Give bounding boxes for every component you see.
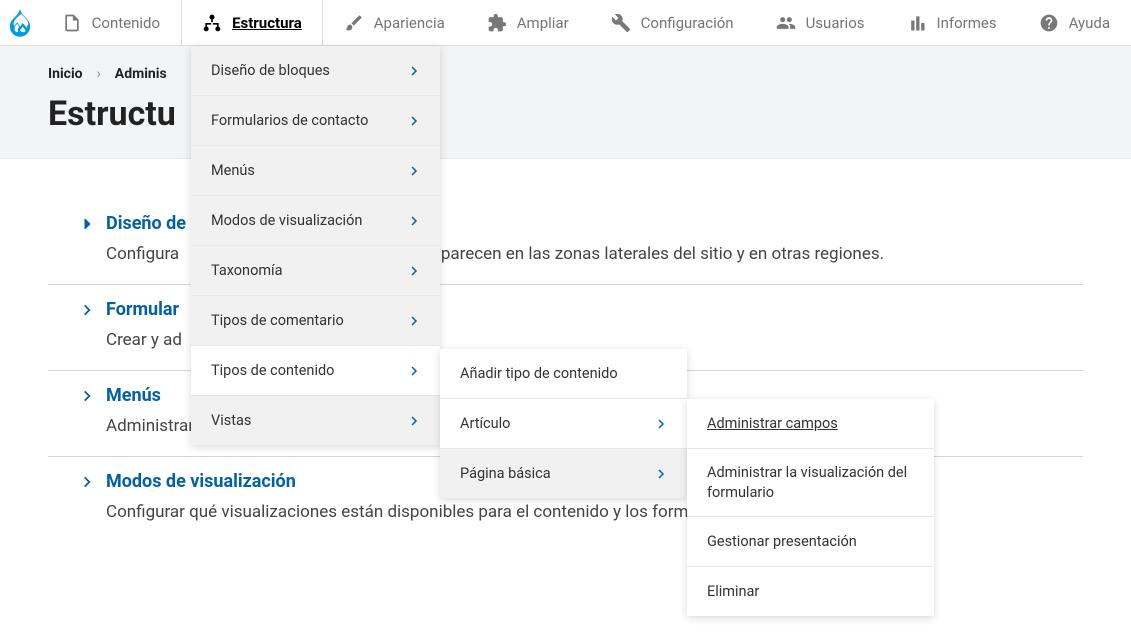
people-icon <box>776 13 796 33</box>
drupal-logo[interactable] <box>0 0 41 45</box>
chevron-right-icon <box>408 365 420 377</box>
dropdown-item-contact-forms[interactable]: Formularios de contacto <box>191 96 440 146</box>
dropdown-item-comment-types[interactable]: Tipos de comentario <box>191 296 440 346</box>
drupal-icon <box>9 9 31 37</box>
dropdown-structure: Diseño de bloques Formularios de contact… <box>191 46 440 445</box>
chevron-right-icon <box>80 389 94 403</box>
dropdown-item-manage-display[interactable]: Gestionar presentación <box>687 517 934 567</box>
chevron-right-icon <box>80 217 94 231</box>
dropdown-item-taxonomy[interactable]: Taxonomía <box>191 246 440 296</box>
list-item-title[interactable]: Formular <box>106 299 179 320</box>
dropdown-article-actions: Administrar campos Administrar la visual… <box>687 399 934 616</box>
chevron-right-icon <box>655 468 667 480</box>
toolbar-item-usuarios[interactable]: Usuarios <box>755 0 886 45</box>
dropdown-item-content-types[interactable]: Tipos de contenido <box>191 346 440 396</box>
toolbar-item-ampliar[interactable]: Ampliar <box>466 0 590 45</box>
list-item-title[interactable]: Menús <box>106 385 161 406</box>
dropdown-item-display-modes[interactable]: Modos de visualización <box>191 196 440 246</box>
dropdown-item-menus[interactable]: Menús <box>191 146 440 196</box>
dropdown-item-article[interactable]: Artículo <box>440 399 687 449</box>
list-item-title[interactable]: Modos de visualización <box>106 471 296 492</box>
toolbar-item-estructura[interactable]: Estructura <box>181 0 323 45</box>
toolbar-item-contenido[interactable]: Contenido <box>41 0 181 45</box>
toolbar-item-ayuda[interactable]: Ayuda <box>1018 0 1131 45</box>
chevron-right-icon <box>80 475 94 489</box>
dropdown-item-manage-fields[interactable]: Administrar campos <box>687 399 934 449</box>
bar-chart-icon <box>907 13 927 33</box>
dropdown-item-basic-page[interactable]: Página básica <box>440 449 687 498</box>
chevron-right-icon <box>655 418 667 430</box>
toolbar-label: Informes <box>937 14 997 32</box>
toolbar-label: Configuración <box>641 14 734 32</box>
chevron-right-icon <box>408 215 420 227</box>
toolbar-item-informes[interactable]: Informes <box>886 0 1018 45</box>
file-icon <box>62 13 82 33</box>
paintbrush-icon <box>344 13 364 33</box>
toolbar-label: Ampliar <box>517 14 569 32</box>
toolbar-label: Apariencia <box>374 14 445 32</box>
help-icon <box>1039 13 1059 33</box>
dropdown-item-delete[interactable]: Eliminar <box>687 567 934 616</box>
chevron-right-icon <box>408 415 420 427</box>
toolbar-label: Ayuda <box>1069 14 1110 32</box>
chevron-right-icon <box>408 115 420 127</box>
dropdown-content-types: Añadir tipo de contenido Artículo Página… <box>440 349 687 498</box>
dropdown-item-block-layout[interactable]: Diseño de bloques <box>191 46 440 96</box>
dropdown-item-views[interactable]: Vistas <box>191 396 440 445</box>
dropdown-item-add-content-type[interactable]: Añadir tipo de contenido <box>440 349 687 399</box>
wrench-icon <box>611 13 631 33</box>
chevron-right-icon <box>408 315 420 327</box>
chevron-right-icon <box>408 165 420 177</box>
chevron-right-icon <box>80 303 94 317</box>
dropdown-item-manage-form-display[interactable]: Administrar la visualización del formula… <box>687 449 934 517</box>
breadcrumb-item[interactable]: Adminis <box>115 66 167 82</box>
chevron-right-icon <box>408 265 420 277</box>
admin-toolbar: Contenido Estructura Apariencia Ampliar … <box>0 0 1131 46</box>
toolbar-label: Estructura <box>232 14 302 32</box>
puzzle-icon <box>487 13 507 33</box>
toolbar-label: Contenido <box>92 14 160 32</box>
toolbar-item-apariencia[interactable]: Apariencia <box>323 0 466 45</box>
page-header: Inicio › Adminis Estructu <box>0 46 1131 159</box>
toolbar-item-configuracion[interactable]: Configuración <box>590 0 755 45</box>
hierarchy-icon <box>202 13 222 33</box>
breadcrumb-item[interactable]: Inicio <box>48 66 83 82</box>
chevron-right-icon <box>408 65 420 77</box>
list-item-title[interactable]: Diseño de <box>106 213 186 234</box>
toolbar-label: Usuarios <box>806 14 865 32</box>
chevron-right-icon: › <box>97 66 101 82</box>
